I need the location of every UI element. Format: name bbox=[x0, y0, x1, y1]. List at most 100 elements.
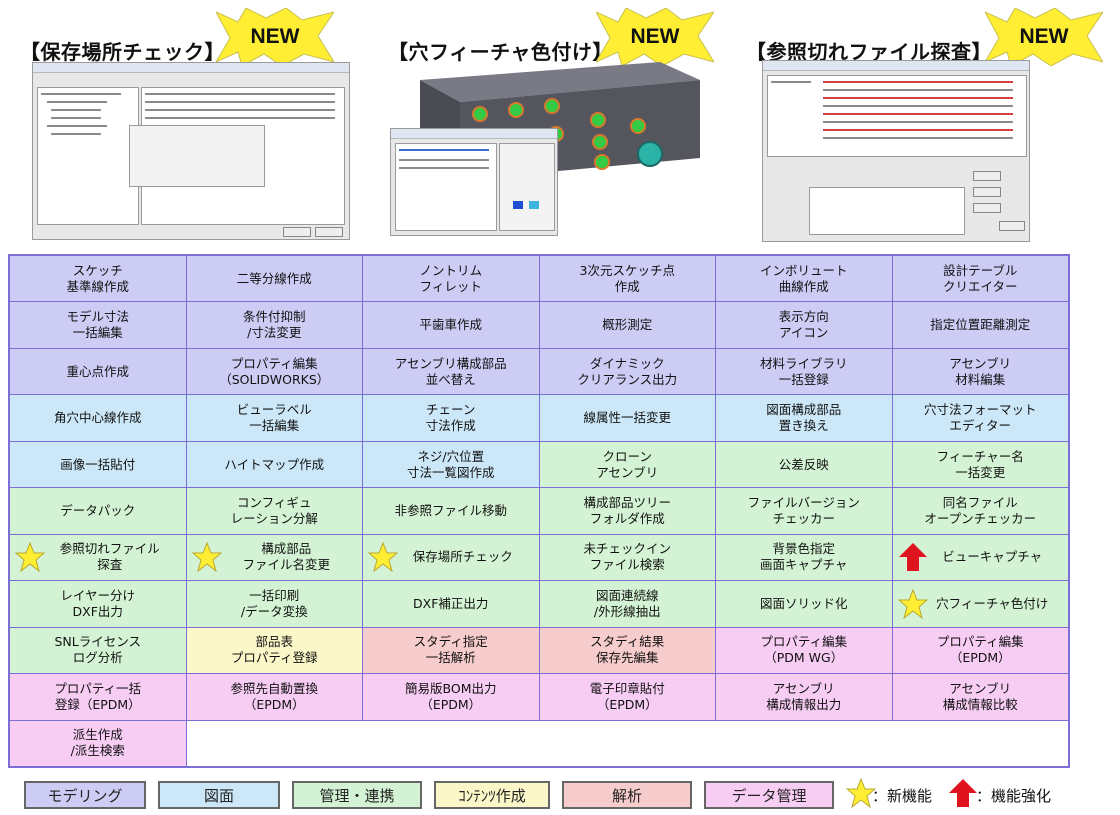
function-cell[interactable]: 表示方向 アイコン bbox=[716, 302, 892, 348]
function-cell[interactable]: 図面構成部品 置き換え bbox=[716, 395, 892, 441]
function-label: モデル寸法 一括編集 bbox=[66, 309, 129, 341]
function-label: 同名ファイル オープンチェッカー bbox=[924, 494, 1037, 526]
function-cell[interactable]: ビューラベル 一括編集 bbox=[186, 395, 362, 441]
function-cell[interactable]: データパック bbox=[10, 488, 186, 534]
function-cell[interactable]: 背景色指定 画面キャプチャ bbox=[716, 534, 892, 581]
function-label: プロパティ編集 （SOLIDWORKS） bbox=[219, 355, 330, 387]
function-label: アセンブリ 材料編集 bbox=[949, 355, 1012, 387]
function-label: 穴フィーチャ色付け bbox=[936, 595, 1049, 611]
function-label: 構成部品ツリー フォルダ作成 bbox=[583, 494, 671, 526]
function-cell[interactable]: 構成部品 ファイル名変更 bbox=[186, 534, 362, 581]
function-cell[interactable]: 条件付抑制 /寸法変更 bbox=[186, 302, 362, 348]
function-label: 表示方向 アイコン bbox=[778, 309, 829, 341]
function-cell[interactable]: アセンブリ 構成情報出力 bbox=[716, 674, 892, 720]
function-cell[interactable]: アセンブリ構成部品 並べ替え bbox=[363, 348, 539, 395]
function-cell[interactable]: クローン アセンブリ bbox=[539, 441, 715, 488]
function-label: データパック bbox=[60, 502, 136, 518]
function-cell[interactable]: 設計テーブル クリエイター bbox=[892, 256, 1068, 302]
function-cell[interactable]: 3次元スケッチ点 作成 bbox=[539, 256, 715, 302]
function-cell[interactable]: アセンブリ 材料編集 bbox=[892, 348, 1068, 395]
function-cell[interactable]: 参照切れファイル 探査 bbox=[10, 534, 186, 581]
function-label: クローン アセンブリ bbox=[596, 448, 659, 480]
function-cell[interactable]: 穴フィーチャ色付け bbox=[892, 581, 1068, 627]
function-label: 重心点作成 bbox=[66, 363, 129, 379]
function-label: 電子印章貼付 （EPDM） bbox=[589, 680, 665, 712]
function-cell[interactable]: 保存場所チェック bbox=[363, 534, 539, 581]
function-label: 未チェックイン ファイル検索 bbox=[583, 541, 671, 573]
function-cell[interactable]: 電子印章貼付 （EPDM） bbox=[539, 674, 715, 720]
function-cell[interactable]: ファイルバージョン チェッカー bbox=[716, 488, 892, 534]
function-cell[interactable]: 参照先自動置換 （EPDM） bbox=[186, 674, 362, 720]
function-cell[interactable]: アセンブリ 構成情報比較 bbox=[892, 674, 1068, 720]
function-cell[interactable]: 簡易版BOM出力 （EPDM） bbox=[363, 674, 539, 720]
legend-enhanced: ：機能強化 bbox=[976, 787, 1052, 805]
function-label: プロパティ一括 登録（EPDM） bbox=[54, 680, 142, 712]
function-label: ノントリム フィレット bbox=[419, 262, 482, 294]
legend-content: ｺﾝﾃﾝﾂ作成 bbox=[434, 781, 550, 809]
function-cell[interactable]: 公差反映 bbox=[716, 441, 892, 488]
function-cell[interactable]: DXF補正出力 bbox=[363, 581, 539, 627]
function-label: 概形測定 bbox=[602, 317, 653, 333]
function-cell[interactable]: 線属性一括変更 bbox=[539, 395, 715, 441]
function-cell[interactable]: ダイナミック クリアランス出力 bbox=[539, 348, 715, 395]
up-arrow-icon bbox=[949, 779, 977, 807]
function-cell[interactable]: 構成部品ツリー フォルダ作成 bbox=[539, 488, 715, 534]
function-label: 線属性一括変更 bbox=[583, 410, 671, 426]
function-cell[interactable]: スタディ指定 一括解析 bbox=[363, 627, 539, 674]
function-cell[interactable]: 穴寸法フォーマット エディター bbox=[892, 395, 1068, 441]
function-label: スタディ指定 一括解析 bbox=[413, 634, 488, 666]
function-label: 画像一括貼付 bbox=[60, 456, 136, 472]
function-cell[interactable]: SNLライセンス ログ分析 bbox=[10, 627, 186, 674]
function-cell[interactable]: プロパティ一括 登録（EPDM） bbox=[10, 674, 186, 720]
function-cell[interactable]: フィーチャー名 一括変更 bbox=[892, 441, 1068, 488]
function-cell[interactable]: ビューキャプチャ bbox=[892, 534, 1068, 581]
function-cell[interactable]: ノントリム フィレット bbox=[363, 256, 539, 302]
function-cell[interactable]: スタディ結果 保存先編集 bbox=[539, 627, 715, 674]
function-cell[interactable]: インボリュート 曲線作成 bbox=[716, 256, 892, 302]
function-label: 二等分線作成 bbox=[236, 270, 312, 286]
function-label: プロパティ編集 （EPDM） bbox=[936, 634, 1024, 666]
function-cell[interactable]: 概形測定 bbox=[539, 302, 715, 348]
function-cell[interactable]: 材料ライブラリ 一括登録 bbox=[716, 348, 892, 395]
legend-label: モデリング bbox=[47, 786, 123, 805]
function-label: 参照先自動置換 （EPDM） bbox=[230, 680, 318, 712]
function-cell[interactable]: プロパティ編集 （EPDM） bbox=[892, 627, 1068, 674]
function-cell[interactable]: 重心点作成 bbox=[10, 348, 186, 395]
legend-modeling: モデリング bbox=[24, 781, 146, 809]
function-cell[interactable]: プロパティ編集 （PDM WG） bbox=[716, 627, 892, 674]
legend: モデリング 図面 管理・連携 ｺﾝﾃﾝﾂ作成 解析 データ管理 ：新機能 ：機能… bbox=[20, 778, 1100, 809]
function-cell[interactable]: 同名ファイル オープンチェッカー bbox=[892, 488, 1068, 534]
function-cell[interactable]: 画像一括貼付 bbox=[10, 441, 186, 488]
legend-new-feature: ：新機能 bbox=[872, 787, 933, 805]
function-cell[interactable]: 部品表 プロパティ登録 bbox=[186, 627, 362, 674]
function-cell[interactable]: 一括印刷 /データ変換 bbox=[186, 581, 362, 627]
function-cell[interactable]: 二等分線作成 bbox=[186, 256, 362, 302]
hole-coloring-dialog bbox=[390, 128, 558, 236]
function-label: フィーチャー名 一括変更 bbox=[936, 448, 1024, 480]
function-cell[interactable]: チェーン 寸法作成 bbox=[363, 395, 539, 441]
function-cell[interactable]: 図面ソリッド化 bbox=[716, 581, 892, 627]
function-cell[interactable]: スケッチ 基準線作成 bbox=[10, 256, 186, 302]
legend-data-management: データ管理 bbox=[704, 781, 834, 809]
function-cell[interactable]: ネジ/穴位置 寸法一覧図作成 bbox=[363, 441, 539, 488]
function-cell[interactable]: コンフィギュ レーション分解 bbox=[186, 488, 362, 534]
function-label: 背景色指定 画面キャプチャ bbox=[760, 541, 848, 573]
function-label: 保存場所チェック bbox=[412, 549, 513, 565]
function-label: 公差反映 bbox=[778, 456, 829, 472]
function-cell[interactable]: 角穴中心線作成 bbox=[10, 395, 186, 441]
function-cell[interactable]: 派生作成 /派生検索 bbox=[10, 720, 186, 766]
function-cell[interactable]: 図面連続線 /外形線抽出 bbox=[539, 581, 715, 627]
function-cell[interactable]: モデル寸法 一括編集 bbox=[10, 302, 186, 348]
function-cell[interactable]: 指定位置距離測定 bbox=[892, 302, 1068, 348]
function-label: チェーン 寸法作成 bbox=[425, 402, 476, 434]
function-cell[interactable]: 非参照ファイル移動 bbox=[363, 488, 539, 534]
feature-title: 【保存場所チェック】 bbox=[20, 40, 225, 64]
function-cell[interactable]: レイヤー分け DXF出力 bbox=[10, 581, 186, 627]
function-cell[interactable]: 未チェックイン ファイル検索 bbox=[539, 534, 715, 581]
function-cell[interactable]: プロパティ編集 （SOLIDWORKS） bbox=[186, 348, 362, 395]
function-label: 角穴中心線作成 bbox=[53, 410, 142, 426]
function-label: プロパティ編集 （PDM WG） bbox=[760, 634, 848, 666]
function-label: インボリュート 曲線作成 bbox=[759, 262, 848, 294]
function-cell[interactable]: ハイトマップ作成 bbox=[186, 441, 362, 488]
function-cell[interactable]: 平歯車作成 bbox=[363, 302, 539, 348]
